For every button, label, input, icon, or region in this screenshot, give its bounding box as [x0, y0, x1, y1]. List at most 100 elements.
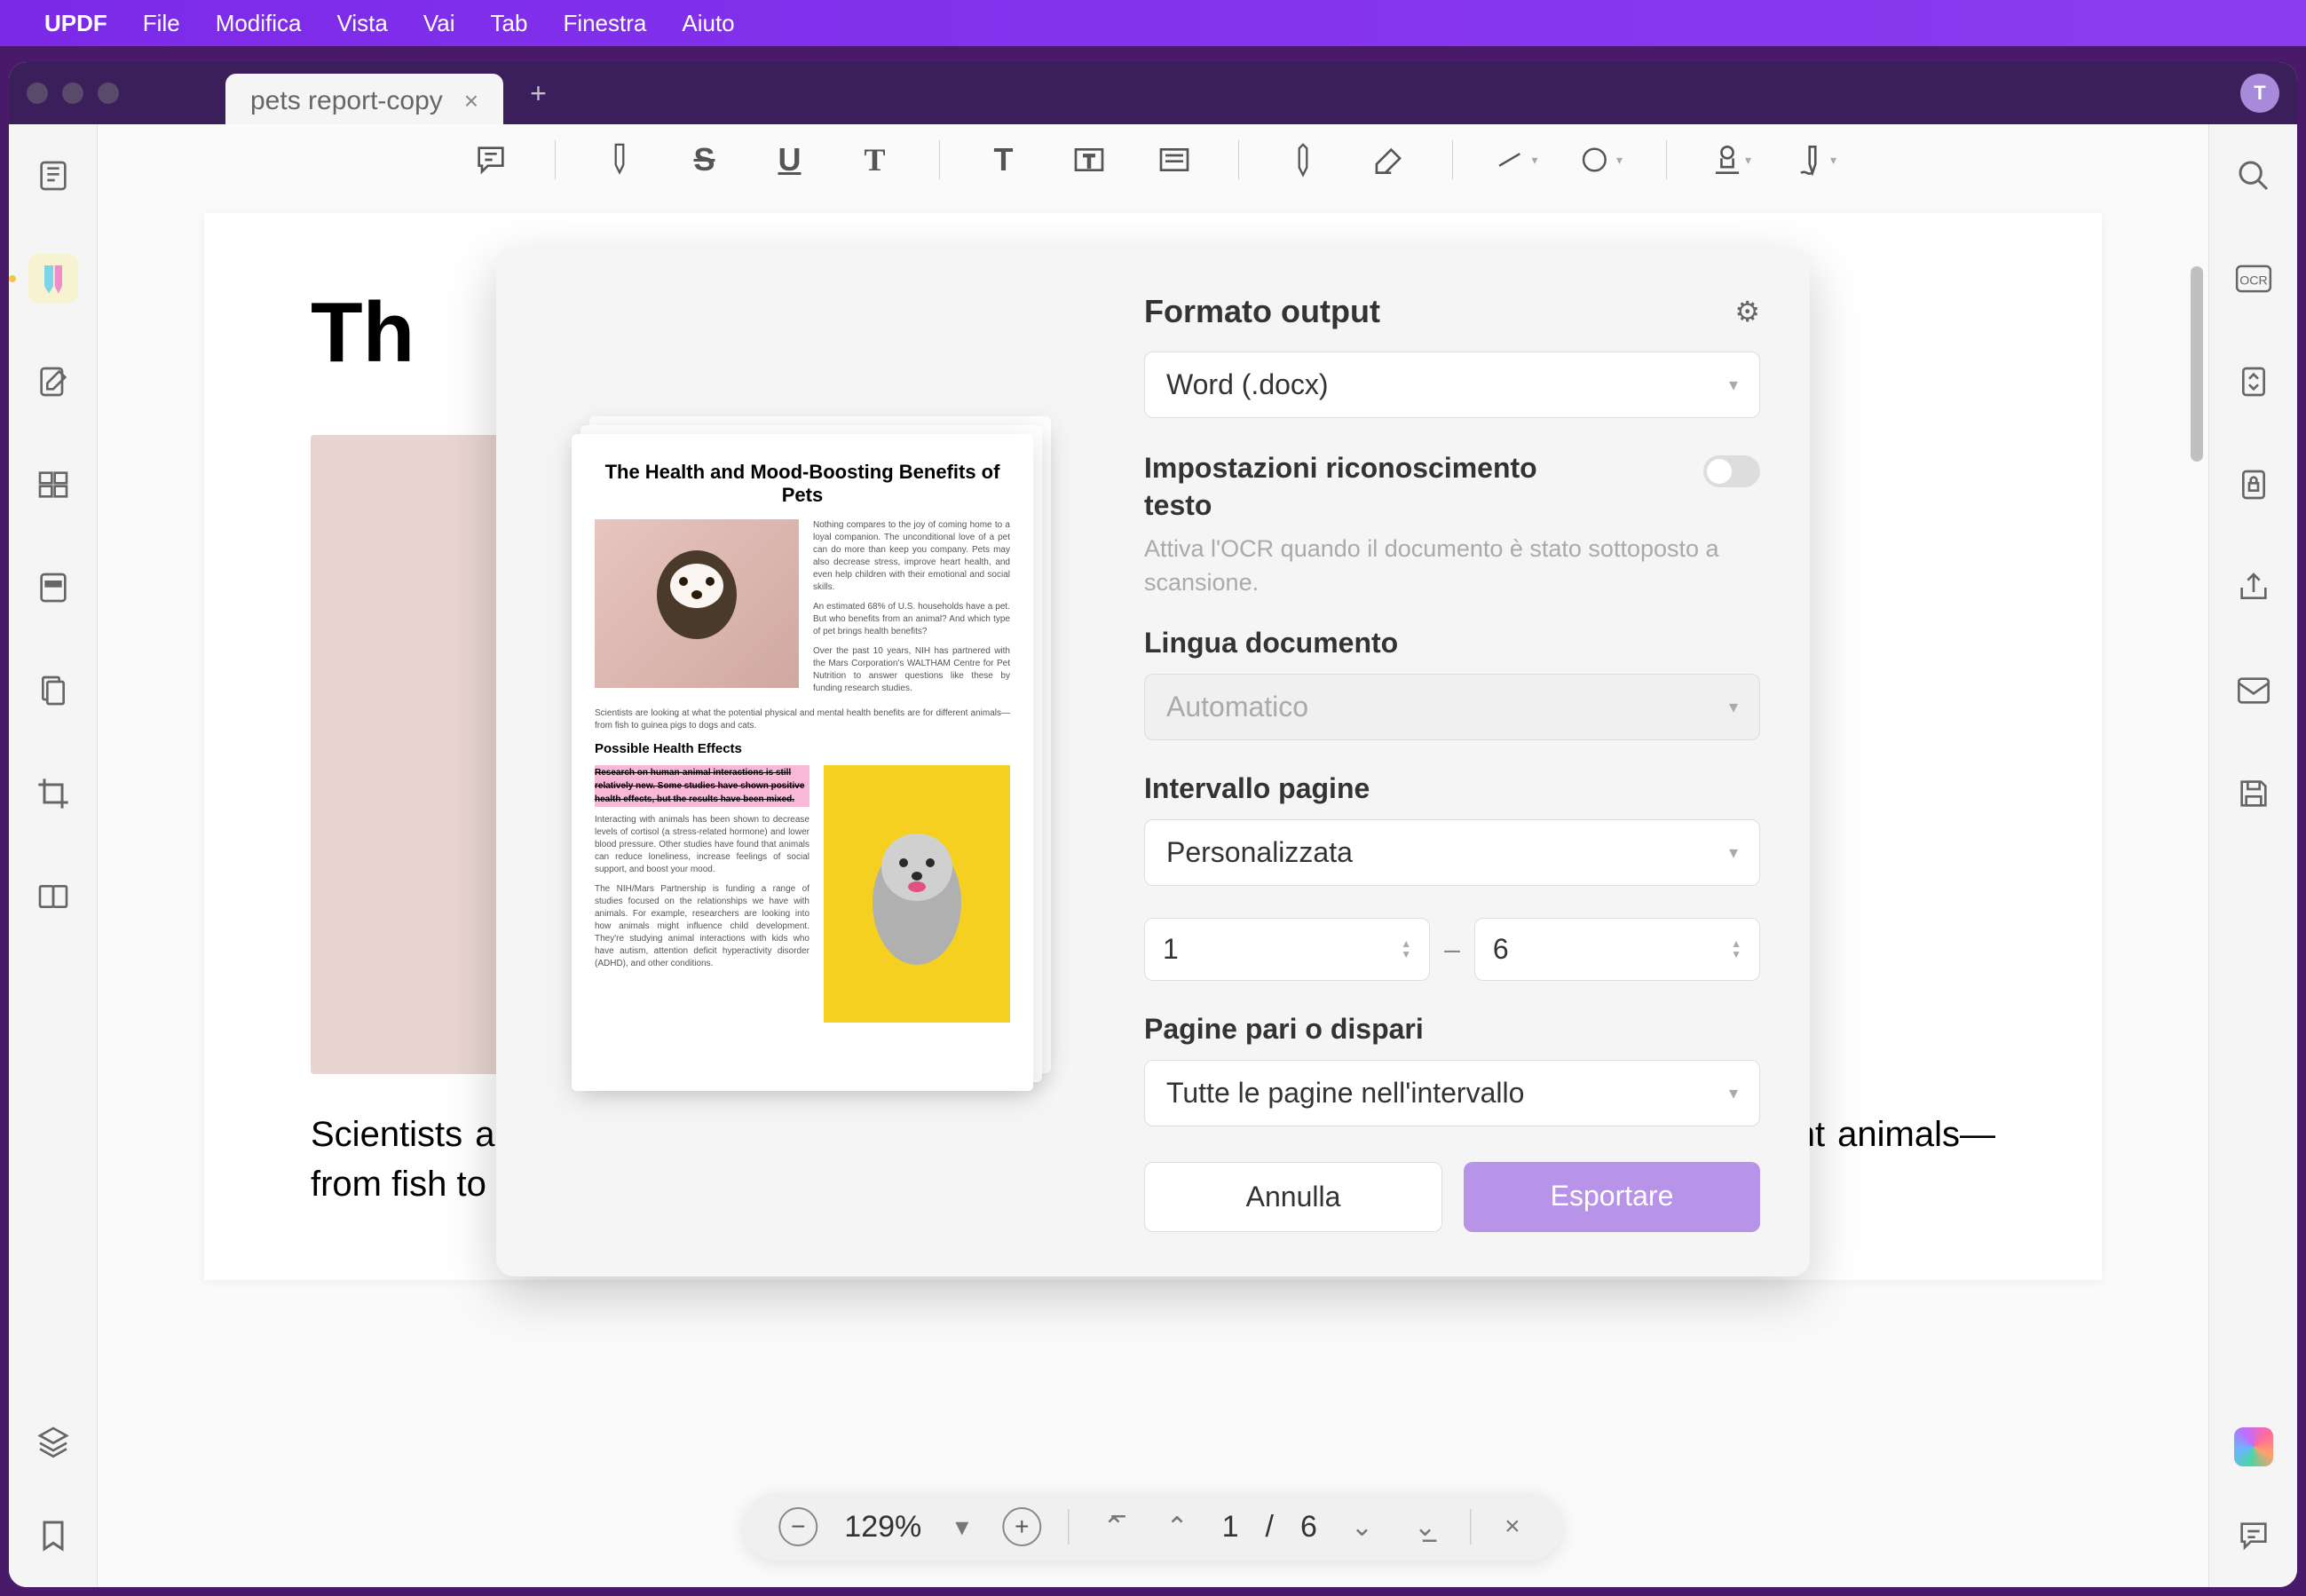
- chevron-down-icon: ▾: [1729, 374, 1738, 396]
- ocr-icon[interactable]: OCR: [2229, 254, 2278, 304]
- separator: [1068, 1509, 1069, 1545]
- zoom-value[interactable]: 129%: [844, 1510, 921, 1545]
- menu-file[interactable]: File: [143, 10, 180, 37]
- first-page-icon[interactable]: ⌃̅: [1095, 1512, 1132, 1543]
- shape-icon[interactable]: ▾: [1581, 138, 1623, 181]
- search-icon[interactable]: [2229, 151, 2278, 201]
- zoom-in-button[interactable]: +: [1002, 1507, 1041, 1546]
- stamp-icon[interactable]: ▾: [1710, 138, 1752, 181]
- page-tool-icon[interactable]: [28, 666, 78, 715]
- menu-tab[interactable]: Tab: [491, 10, 528, 37]
- edit-tool-icon[interactable]: [28, 357, 78, 407]
- cancel-button[interactable]: Annulla: [1144, 1162, 1442, 1232]
- page-range-label: Intervallo pagine: [1144, 772, 1760, 805]
- next-page-icon[interactable]: ⌄: [1344, 1512, 1380, 1543]
- page-separator: /: [1266, 1510, 1274, 1545]
- note-icon[interactable]: [470, 138, 512, 181]
- stepper-icon[interactable]: ▲▼: [1401, 938, 1411, 960]
- close-bar-icon[interactable]: ×: [1497, 1512, 1528, 1542]
- format-value: Word (.docx): [1166, 368, 1329, 401]
- close-tab-icon[interactable]: ×: [464, 87, 478, 115]
- ocr-label: Impostazioni riconoscimento testo: [1144, 450, 1570, 524]
- page-total: 6: [1300, 1510, 1317, 1545]
- page-from-value: 1: [1163, 933, 1179, 966]
- separator: [939, 140, 940, 179]
- titlebar: pets report-copy × + T: [9, 62, 2297, 124]
- app-window: pets report-copy × + T: [9, 62, 2297, 1587]
- traffic-lights: [27, 83, 119, 104]
- export-preview: The Health and Mood-Boosting Benefits of…: [496, 249, 1109, 1276]
- preview-text: Over the past 10 years, NIH has partnere…: [813, 645, 1010, 695]
- page-to-input[interactable]: 6 ▲▼: [1474, 918, 1760, 981]
- chat-icon[interactable]: [2229, 1511, 2278, 1560]
- text-icon[interactable]: T: [983, 138, 1025, 181]
- odd-even-select[interactable]: Tutte le pagine nell'intervallo ▾: [1144, 1060, 1760, 1126]
- page-current-input[interactable]: 1: [1222, 1510, 1239, 1545]
- compare-tool-icon[interactable]: [28, 872, 78, 921]
- new-tab-button[interactable]: +: [530, 77, 547, 110]
- user-avatar[interactable]: T: [2240, 74, 2279, 113]
- strikethrough-icon[interactable]: S: [683, 138, 726, 181]
- format-select[interactable]: Word (.docx) ▾: [1144, 352, 1760, 418]
- maximize-window-button[interactable]: [98, 83, 119, 104]
- minimize-window-button[interactable]: [62, 83, 83, 104]
- chevron-down-icon: ▾: [1729, 841, 1738, 864]
- last-page-icon[interactable]: ⌄̲: [1407, 1512, 1443, 1543]
- highlighter-icon[interactable]: [598, 138, 641, 181]
- layers-icon[interactable]: [28, 1417, 78, 1466]
- menu-go[interactable]: Vai: [423, 10, 455, 37]
- page-from-input[interactable]: 1 ▲▼: [1144, 918, 1430, 981]
- callout-icon[interactable]: [1153, 138, 1196, 181]
- preview-text: The NIH/Mars Partnership is funding a ra…: [595, 883, 809, 970]
- signature-icon[interactable]: ▾: [1795, 138, 1837, 181]
- scrollbar-thumb[interactable]: [2191, 266, 2203, 462]
- zoom-out-button[interactable]: −: [778, 1507, 817, 1546]
- squiggly-icon[interactable]: T: [854, 138, 896, 181]
- underline-icon[interactable]: U: [769, 138, 811, 181]
- odd-even-value: Tutte le pagine nell'intervallo: [1166, 1077, 1524, 1110]
- annotation-toolbar: S U T T T ▾ ▾ ▾ ▾: [98, 124, 2208, 195]
- redact-tool-icon[interactable]: [28, 563, 78, 612]
- page-range-select[interactable]: Personalizzata ▾: [1144, 819, 1760, 886]
- comment-tool-icon[interactable]: [28, 254, 78, 304]
- organize-tool-icon[interactable]: [28, 460, 78, 510]
- share-icon[interactable]: [2229, 563, 2278, 612]
- line-icon[interactable]: ▾: [1496, 138, 1538, 181]
- menu-window[interactable]: Finestra: [563, 10, 646, 37]
- close-window-button[interactable]: [27, 83, 48, 104]
- document-tab[interactable]: pets report-copy ×: [225, 74, 503, 129]
- menu-view[interactable]: Vista: [337, 10, 388, 37]
- preview-page-front: The Health and Mood-Boosting Benefits of…: [572, 434, 1033, 1091]
- separator: [1666, 140, 1667, 179]
- menu-help[interactable]: Aiuto: [682, 10, 734, 37]
- protect-icon[interactable]: [2229, 460, 2278, 510]
- preview-image-dog1: [595, 519, 799, 688]
- textbox-icon[interactable]: T: [1068, 138, 1110, 181]
- zoom-dropdown-icon[interactable]: ▾: [948, 1512, 975, 1543]
- preview-highlighted-text: Research on human-animal interactions is…: [595, 765, 809, 807]
- menu-edit[interactable]: Modifica: [216, 10, 302, 37]
- convert-icon[interactable]: [2229, 357, 2278, 407]
- save-icon[interactable]: [2229, 769, 2278, 818]
- email-icon[interactable]: [2229, 666, 2278, 715]
- export-button[interactable]: Esportare: [1464, 1162, 1760, 1232]
- reader-tool-icon[interactable]: [28, 151, 78, 201]
- prev-page-icon[interactable]: ⌃: [1158, 1512, 1195, 1543]
- svg-text:OCR: OCR: [2239, 273, 2267, 287]
- settings-gear-icon[interactable]: ⚙: [1734, 295, 1760, 328]
- app-menu[interactable]: UPDF: [44, 10, 107, 37]
- stepper-icon[interactable]: ▲▼: [1731, 938, 1741, 960]
- preview-text: An estimated 68% of U.S. households have…: [813, 601, 1010, 638]
- ocr-toggle[interactable]: [1703, 455, 1760, 487]
- export-title: Formato output: [1144, 293, 1380, 330]
- pencil-icon[interactable]: [1282, 138, 1324, 181]
- bookmark-icon[interactable]: [28, 1511, 78, 1560]
- crop-tool-icon[interactable]: [28, 769, 78, 818]
- eraser-icon[interactable]: [1367, 138, 1410, 181]
- ocr-help-text: Attiva l'OCR quando il documento è stato…: [1144, 533, 1760, 600]
- separator: [555, 140, 556, 179]
- document-canvas: S U T T T ▾ ▾ ▾ ▾ Th: [98, 124, 2208, 1587]
- chevron-down-icon: ▾: [1729, 696, 1738, 718]
- ai-assistant-icon[interactable]: [2234, 1427, 2273, 1466]
- language-select[interactable]: Automatico ▾: [1144, 674, 1760, 740]
